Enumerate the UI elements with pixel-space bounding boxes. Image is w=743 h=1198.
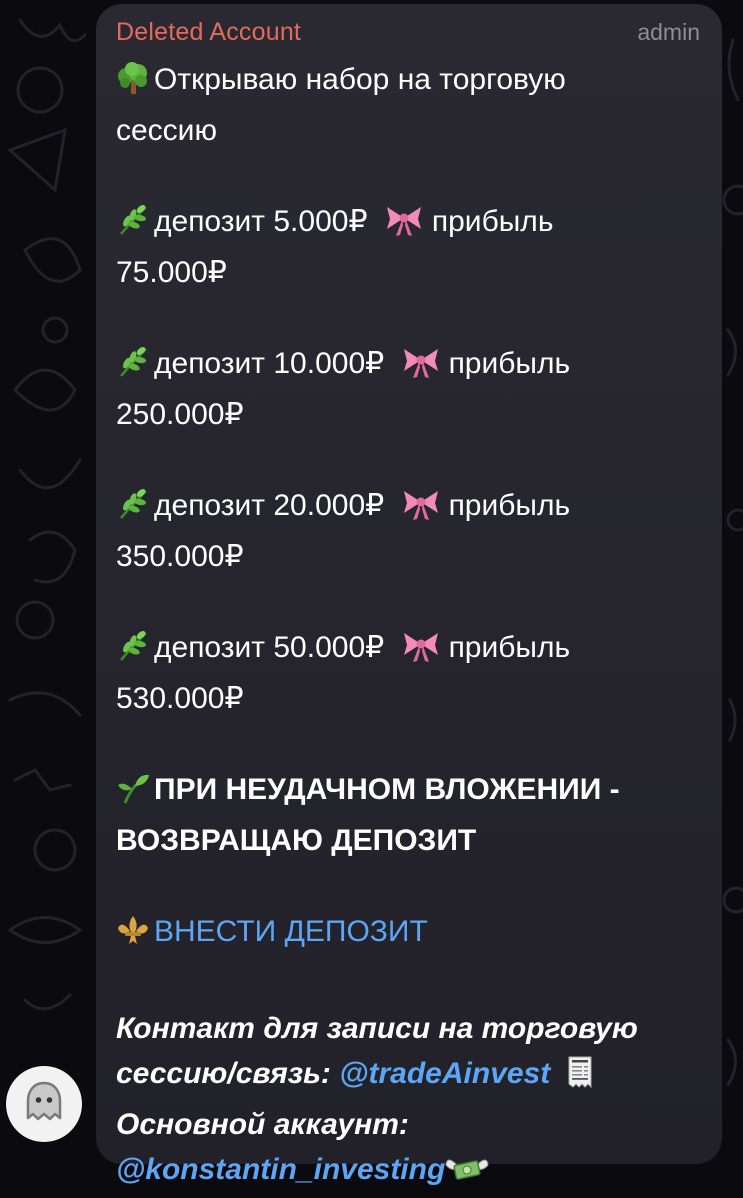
tier-line: депозит 20.000₽ прибыль (116, 483, 702, 534)
tier-line: депозит 5.000₽ прибыль (116, 199, 702, 250)
tier-profit-value: 530.000₽ (116, 682, 244, 715)
ribbon-emoji-icon (401, 487, 441, 534)
guarantee-line-1: ПРИ НЕУДАЧНОМ ВЛОЖЕНИИ - (116, 767, 702, 818)
admin-badge: admin (637, 19, 700, 45)
seedling-emoji-icon (116, 771, 150, 818)
sender-name[interactable]: Deleted Account (116, 18, 301, 47)
tier-profit-value: 350.000₽ (116, 540, 244, 573)
deposit-link[interactable]: ВНЕСТИ ДЕПОЗИТ (154, 915, 428, 948)
contact-line-3: Основной аккаунт: (116, 1108, 409, 1141)
contact-line-1: Контакт для записи на торговую (116, 1012, 638, 1045)
ribbon-emoji-icon (401, 345, 441, 392)
tier-line: депозит 10.000₽ прибыль (116, 341, 702, 392)
ribbon-emoji-icon (384, 203, 424, 250)
message-bubble: Deleted Account admin Открываю набор на … (96, 4, 722, 1186)
intro-line-1: Открываю набор на торговую (116, 57, 702, 108)
receipt-emoji-icon (567, 1055, 593, 1102)
tree-emoji-icon (116, 61, 150, 108)
herb-emoji-icon (116, 345, 150, 392)
avatar[interactable] (6, 1066, 82, 1142)
tier-profit-value: 75.000₽ (116, 256, 227, 289)
konstantin-investing-link[interactable]: @konstantin_investing (116, 1153, 445, 1186)
ribbon-emoji-icon (401, 629, 441, 676)
guarantee-line-2: ВОЗВРАЩАЮ ДЕПОЗИТ (116, 824, 477, 857)
tier-line: депозит 50.000₽ прибыль (116, 625, 702, 676)
contact-line-4: @konstantin_investing (116, 1147, 702, 1198)
herb-emoji-icon (116, 203, 150, 250)
intro-line-2: сессию (116, 114, 217, 147)
deposit-link-row: ВНЕСТИ ДЕПОЗИТ (116, 909, 702, 960)
herb-emoji-icon (116, 487, 150, 534)
money-wings-emoji-icon (445, 1151, 489, 1198)
contact-line-2: сессию/связь: @tradeAinvest (116, 1051, 702, 1102)
trade-ainvest-link[interactable]: @tradeAinvest (339, 1057, 550, 1090)
fleur-de-lis-emoji-icon (116, 913, 150, 960)
message-text: Открываю набор на торговую сессию депози… (116, 57, 702, 1198)
ghost-icon (24, 1080, 64, 1129)
tier-profit-value: 250.000₽ (116, 398, 244, 431)
herb-emoji-icon (116, 629, 150, 676)
